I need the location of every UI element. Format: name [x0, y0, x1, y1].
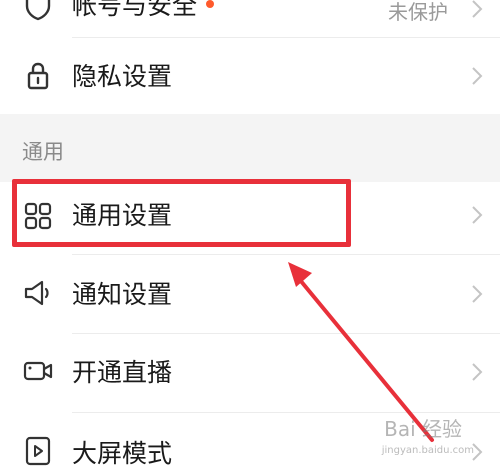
chevron-right-icon [472, 363, 483, 381]
section-header-general: 通用 [0, 114, 500, 182]
shield-icon [25, 0, 51, 21]
settings-row-label: 开通直播 [72, 358, 173, 387]
video-camera-icon [23, 361, 53, 381]
settings-row-account-security[interactable]: 帐号与安全 未保护 [0, 0, 500, 38]
settings-row-label: 大屏模式 [72, 439, 173, 468]
play-screen-icon [25, 436, 51, 466]
chevron-right-icon [472, 0, 483, 18]
watermark-url: jingyan.baidu.com [381, 445, 474, 456]
settings-row-privacy[interactable]: 隐私设置 [0, 38, 500, 114]
notification-dot [206, 0, 214, 8]
chevron-right-icon [472, 206, 483, 224]
chevron-right-icon [472, 67, 483, 85]
lock-icon [27, 62, 49, 90]
settings-row-notifications[interactable]: 通知设置 [0, 255, 500, 333]
settings-row-live[interactable]: 开通直播 [0, 334, 500, 412]
chevron-right-icon [472, 285, 483, 303]
settings-row-label: 帐号与安全 [72, 0, 198, 20]
speaker-icon [24, 280, 49, 306]
settings-row-label: 隐私设置 [72, 62, 173, 91]
watermark-logo: Bai 经验 [384, 417, 462, 441]
highlight-box [12, 179, 351, 247]
section-title: 通用 [22, 140, 64, 164]
settings-row-label: 通知设置 [72, 280, 173, 309]
account-status-text: 未保护 [388, 0, 448, 24]
